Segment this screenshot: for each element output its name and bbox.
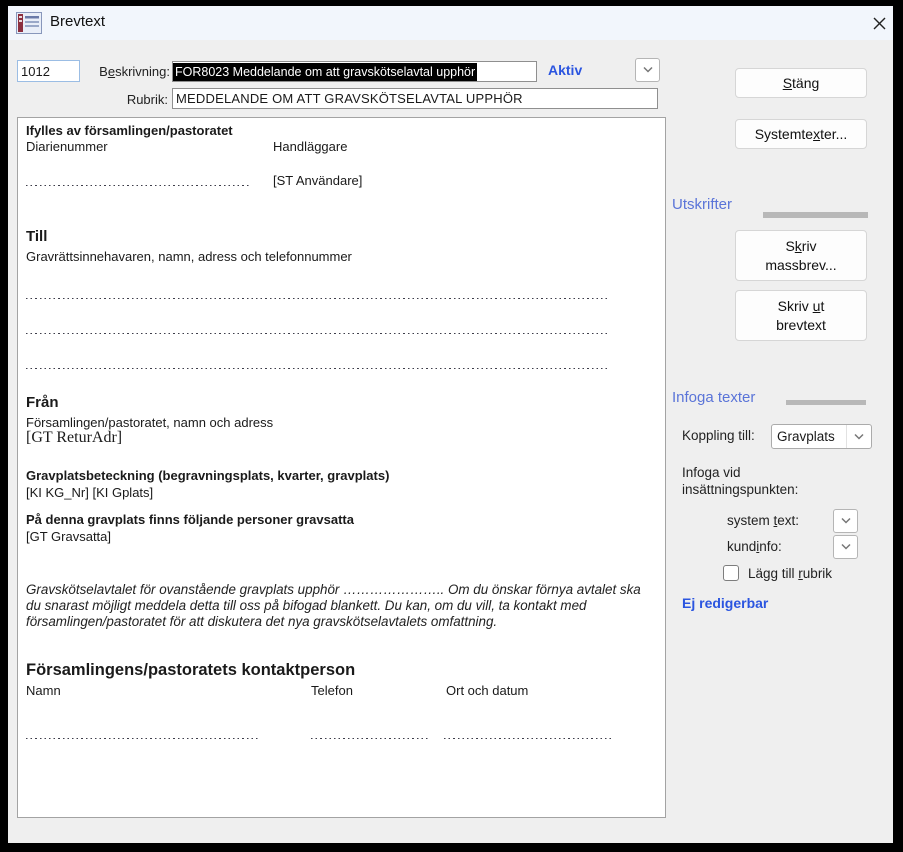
status-dropdown[interactable]	[635, 58, 660, 82]
infoga-vid-label: Infoga vid insättningspunkten:	[682, 465, 799, 497]
letter-editor[interactable]: Ifylles av församlingen/pastoratet Diari…	[17, 117, 666, 818]
koppling-till-label: Koppling till:	[682, 428, 755, 443]
kundinfo-label: kundinfo:	[727, 539, 782, 554]
telefon-label: Telefon	[311, 683, 353, 698]
notice-line: församlingen/pastoratet för att diskuter…	[26, 614, 498, 629]
utskrifter-header: Utskrifter	[672, 196, 732, 213]
ej-redigerbar-label: Ej redigerbar	[682, 595, 769, 611]
section-divider	[763, 212, 868, 218]
koppling-value: Gravplats	[777, 429, 835, 444]
fran-subtitle: Församlingen/pastoratet, namn och adress	[26, 415, 274, 430]
dotted-line	[444, 738, 614, 739]
gravplatsbeteckning-heading: Gravplatsbeteckning (begravningsplats, k…	[26, 468, 390, 483]
chevron-down-icon	[840, 517, 851, 524]
gravsatta-heading: På denna gravplats finns följande person…	[26, 512, 354, 527]
letter-section-title: Ifylles av församlingen/pastoratet	[26, 123, 233, 138]
diarienummer-label: Diarienummer	[26, 139, 108, 154]
lagg-till-rubrik-checkbox[interactable]	[723, 565, 739, 581]
gt-gravsatta-placeholder: [GT Gravsatta]	[26, 529, 112, 544]
rubrik-label: Rubrik:	[126, 92, 168, 107]
skriv-massbrev-button[interactable]: Skriv massbrev...	[735, 230, 867, 281]
ort-och-datum-label: Ort och datum	[446, 683, 529, 698]
skriv-ut-brevtext-button[interactable]: Skriv ut brevtext	[735, 290, 867, 341]
notice-line: du snarast möjligt meddela detta till os…	[26, 598, 587, 613]
handlaggare-label: Handläggare	[273, 139, 348, 154]
chevron-down-icon	[642, 66, 653, 73]
system-text-label: system text:	[727, 513, 800, 528]
dotted-line	[26, 185, 249, 186]
st-anvandare-placeholder: [ST Användare]	[273, 173, 363, 188]
lagg-till-rubrik-label: Lägg till rubrik	[748, 566, 833, 581]
chevron-down-icon	[840, 543, 851, 550]
beskrivning-label: Beskrivning:	[99, 64, 170, 79]
dotted-line	[26, 738, 259, 739]
ki-placeholders: [KI KG_Nr] [KI Gplats]	[26, 485, 154, 500]
till-subtitle: Gravrättsinnehavaren, namn, adress och t…	[26, 249, 352, 264]
notice-line: Gravskötselavtalet för ovanstående gravp…	[26, 582, 641, 597]
dotted-line	[26, 333, 608, 334]
dotted-line	[26, 298, 608, 299]
kontaktperson-heading: Församlingens/pastoratets kontaktperson	[26, 661, 356, 679]
chevron-down-icon	[846, 425, 871, 448]
form-icon	[16, 12, 42, 34]
systemtexter-button[interactable]: Systemtexter...	[735, 119, 867, 149]
rubrik-input[interactable]: MEDDELANDE OM ATT GRAVSKÖTSELAVTAL UPPHÖ…	[172, 88, 658, 109]
brevtext-dialog: Brevtext 1012 Beskrivning: FOR8023 Medde…	[8, 6, 893, 843]
dotted-line	[311, 738, 428, 739]
close-icon[interactable]	[868, 12, 890, 34]
infoga-texter-header: Infoga texter	[672, 389, 756, 406]
window-title: Brevtext	[50, 13, 106, 30]
kundinfo-dropdown[interactable]	[833, 535, 858, 559]
beskrivning-input[interactable]: FOR8023 Meddelande om att gravskötselavt…	[172, 61, 537, 82]
selected-text: FOR8023 Meddelande om att gravskötselavt…	[173, 62, 478, 81]
koppling-dropdown[interactable]: Gravplats	[771, 424, 872, 449]
till-heading: Till	[26, 228, 48, 245]
stang-button[interactable]: Stäng	[735, 68, 867, 98]
namn-label: Namn	[26, 683, 61, 698]
status-label: Aktiv	[548, 62, 583, 78]
section-divider	[786, 400, 866, 405]
dotted-line	[26, 368, 608, 369]
system-text-dropdown[interactable]	[833, 509, 858, 533]
titlebar: Brevtext	[8, 6, 893, 40]
fran-heading: Från	[26, 394, 59, 411]
gt-returadr-placeholder: [GT ReturAdr]	[26, 429, 123, 446]
